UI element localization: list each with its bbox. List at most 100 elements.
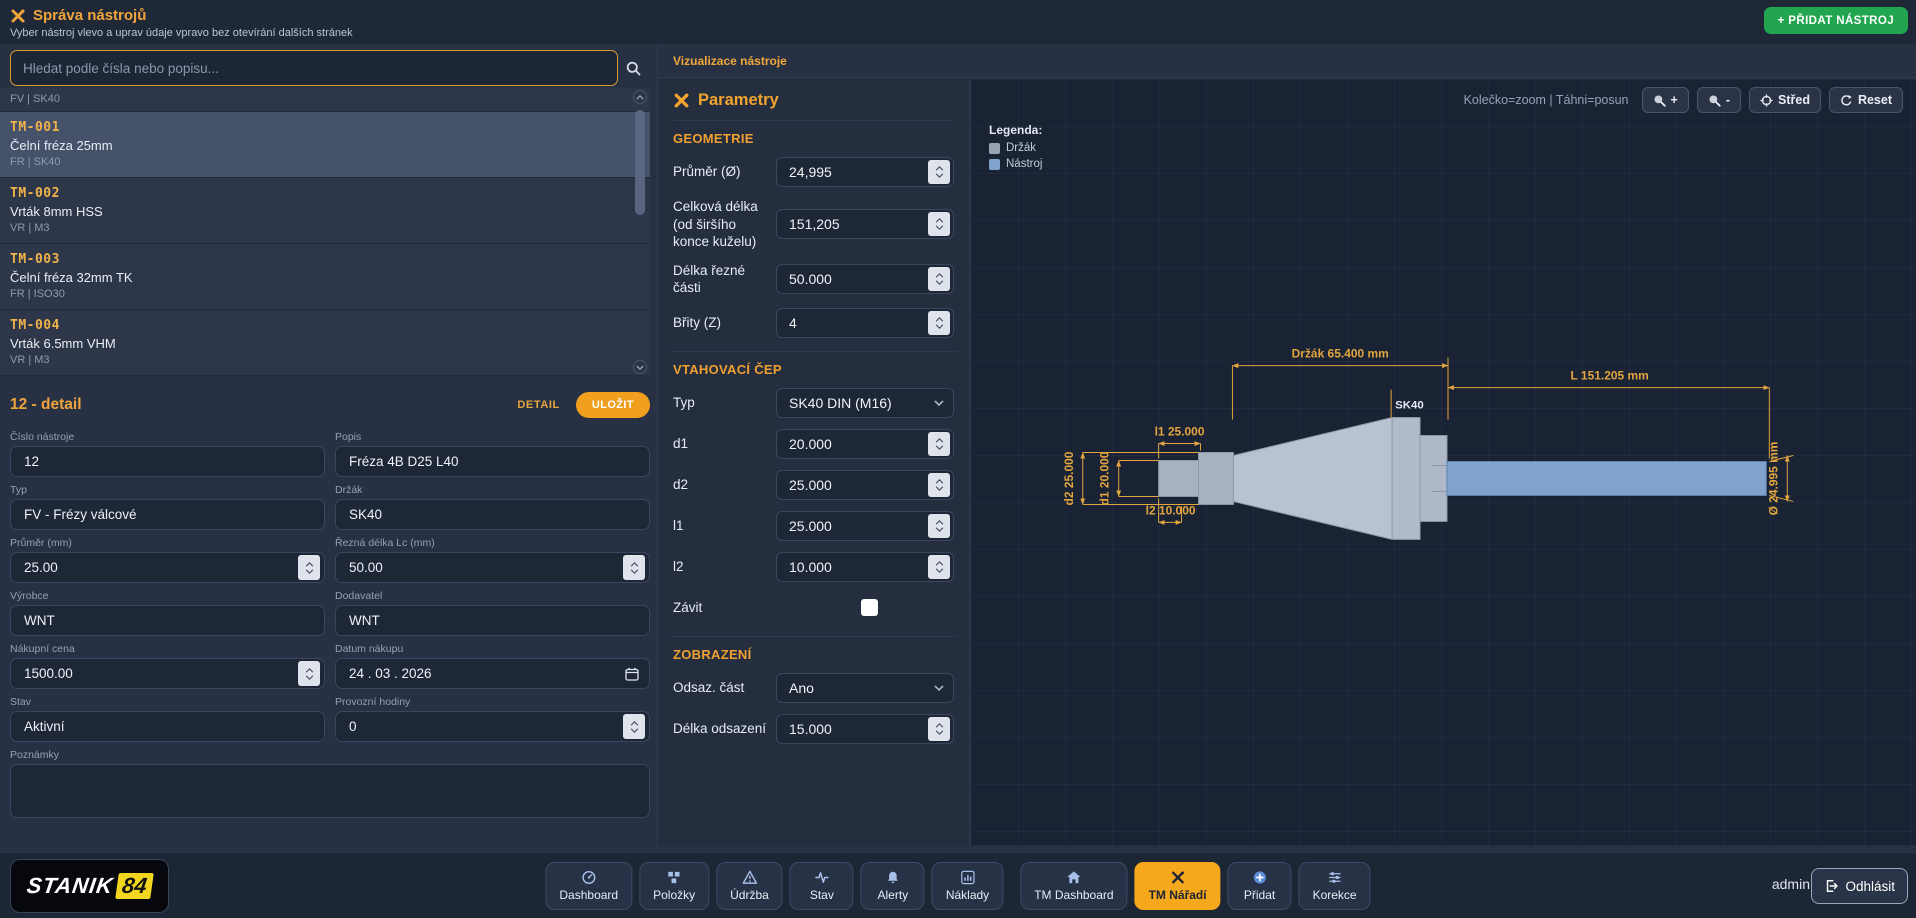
param-diameter-field[interactable] — [776, 157, 954, 187]
tab-visualization[interactable]: Vizualizace nástroje — [673, 54, 787, 68]
boxes-icon — [667, 870, 682, 885]
holder-input[interactable] — [349, 507, 645, 522]
param-total-length-field[interactable] — [776, 209, 954, 239]
tab-strip: Vizualizace nástroje — [658, 44, 1916, 78]
nav-polozky[interactable]: Položky — [639, 862, 709, 910]
stud-d2-field[interactable] — [776, 470, 954, 500]
param-total-length-input[interactable] — [789, 216, 928, 232]
search-icon[interactable] — [618, 61, 648, 76]
offset-length-field[interactable] — [776, 714, 954, 744]
list-item-partial[interactable]: FV | SK40 — [0, 88, 650, 112]
spinner-buttons[interactable] — [928, 473, 950, 497]
tool-number-field[interactable] — [10, 446, 325, 477]
detail-button[interactable]: DETAIL — [517, 399, 560, 411]
reset-button[interactable]: Reset — [1829, 87, 1903, 113]
nav-alerty[interactable]: Alerty — [861, 862, 925, 910]
param-flutes-input[interactable] — [789, 315, 928, 331]
spinner-buttons[interactable] — [928, 160, 950, 184]
status-input[interactable] — [24, 719, 320, 734]
spinner-buttons[interactable] — [928, 311, 950, 335]
logout-icon — [1824, 879, 1838, 893]
nav-naklady[interactable]: Náklady — [932, 862, 1003, 910]
type-field[interactable] — [10, 499, 325, 530]
center-button[interactable]: Střed — [1749, 87, 1821, 113]
list-item[interactable]: TM-003 Čelní fréza 32mm TK FR | ISO30 — [0, 244, 650, 310]
zoom-out-button[interactable]: - — [1697, 87, 1741, 113]
parameters-title: Parametry — [698, 91, 779, 110]
offset-length-input[interactable] — [789, 721, 928, 737]
spinner-buttons[interactable] — [928, 212, 950, 236]
nav-korekce[interactable]: Korekce — [1299, 862, 1371, 910]
logged-in-user: admin — [1772, 876, 1810, 892]
manufacturer-input[interactable] — [24, 613, 320, 628]
stud-d2-input[interactable] — [789, 477, 928, 493]
spinner-buttons[interactable] — [298, 555, 320, 580]
spinner-buttons[interactable] — [928, 267, 950, 291]
list-scrollbar[interactable] — [633, 90, 647, 374]
holder-field[interactable] — [335, 499, 650, 530]
purchase-date-field[interactable] — [335, 658, 650, 689]
param-cutting-length-input[interactable] — [789, 271, 928, 287]
add-tool-button[interactable]: + PŘIDAT NÁSTROJ — [1764, 7, 1908, 34]
stud-d1-field[interactable] — [776, 429, 954, 459]
scroll-up-icon[interactable] — [633, 90, 647, 104]
spinner-buttons[interactable] — [623, 714, 645, 739]
diameter-field[interactable] — [10, 552, 325, 583]
param-flutes-field[interactable] — [776, 308, 954, 338]
notes-textarea[interactable] — [10, 764, 650, 818]
thread-checkbox[interactable] — [861, 599, 878, 616]
nav-dashboard[interactable]: Dashboard — [545, 862, 632, 910]
param-cutting-length-field[interactable] — [776, 264, 954, 294]
spinner-buttons[interactable] — [623, 555, 645, 580]
spinner-buttons[interactable] — [928, 555, 950, 579]
save-button[interactable]: ULOŽIT — [576, 392, 650, 418]
diameter-input[interactable] — [24, 560, 298, 575]
purchase-price-input[interactable] — [24, 666, 298, 681]
status-field[interactable] — [10, 711, 325, 742]
list-item[interactable]: TM-004 Vrták 6.5mm VHM VR | M3 — [0, 310, 650, 376]
list-item[interactable]: TM-001 Čelní fréza 25mm FR | SK40 — [0, 112, 650, 178]
description-field[interactable] — [335, 446, 650, 477]
scroll-down-icon[interactable] — [633, 360, 647, 374]
search-input[interactable] — [10, 50, 618, 86]
stud-l1-field[interactable] — [776, 511, 954, 541]
purchase-date-input[interactable] — [349, 666, 619, 681]
scrollbar-thumb[interactable] — [635, 110, 645, 215]
list-item[interactable]: TM-002 Vrták 8mm HSS VR | M3 — [0, 178, 650, 244]
logout-button[interactable]: Odhlásit — [1811, 868, 1908, 904]
holder-swatch — [989, 143, 1000, 154]
param-diameter-input[interactable] — [789, 164, 928, 180]
zoom-in-button[interactable]: + — [1642, 87, 1689, 113]
spinner-buttons[interactable] — [928, 514, 950, 538]
tool-number-input[interactable] — [24, 454, 320, 469]
spinner-buttons[interactable] — [928, 432, 950, 456]
svg-text:SK40: SK40 — [1395, 400, 1424, 412]
calendar-icon[interactable] — [619, 667, 645, 681]
description-input[interactable] — [349, 454, 645, 469]
stud-type-select[interactable]: SK40 DIN (M16) — [776, 388, 954, 418]
nav-pridat[interactable]: Přidat — [1228, 862, 1292, 910]
page-subtitle: Vyber nástroj vlevo a uprav údaje vpravo… — [10, 27, 353, 39]
stud-l1-input[interactable] — [789, 518, 928, 534]
spinner-buttons[interactable] — [928, 717, 950, 741]
type-input[interactable] — [24, 507, 320, 522]
cutting-length-field[interactable] — [335, 552, 650, 583]
operating-hours-field[interactable] — [335, 711, 650, 742]
nav-stav[interactable]: Stav — [790, 862, 854, 910]
spinner-buttons[interactable] — [298, 661, 320, 686]
cutting-length-input[interactable] — [349, 560, 623, 575]
nav-tm-dashboard[interactable]: TM Dashboard — [1020, 862, 1127, 910]
manufacturer-field[interactable] — [10, 605, 325, 636]
stud-d1-input[interactable] — [789, 436, 928, 452]
nav-tm-naradi[interactable]: TM Nářadí — [1135, 862, 1221, 910]
supplier-input[interactable] — [349, 613, 645, 628]
purchase-price-field[interactable] — [10, 658, 325, 689]
visualization-canvas[interactable]: Držák 65.400 mm L 151.205 mm SK40 — [971, 79, 1916, 845]
tool-management-app: Správa nástrojů Vyber nástroj vlevo a up… — [0, 0, 1916, 918]
nav-udrzba[interactable]: Údržba — [716, 862, 783, 910]
offset-part-select[interactable]: Ano — [776, 673, 954, 703]
supplier-field[interactable] — [335, 605, 650, 636]
operating-hours-input[interactable] — [349, 719, 623, 734]
stud-l2-field[interactable] — [776, 552, 954, 582]
stud-l2-input[interactable] — [789, 559, 928, 575]
